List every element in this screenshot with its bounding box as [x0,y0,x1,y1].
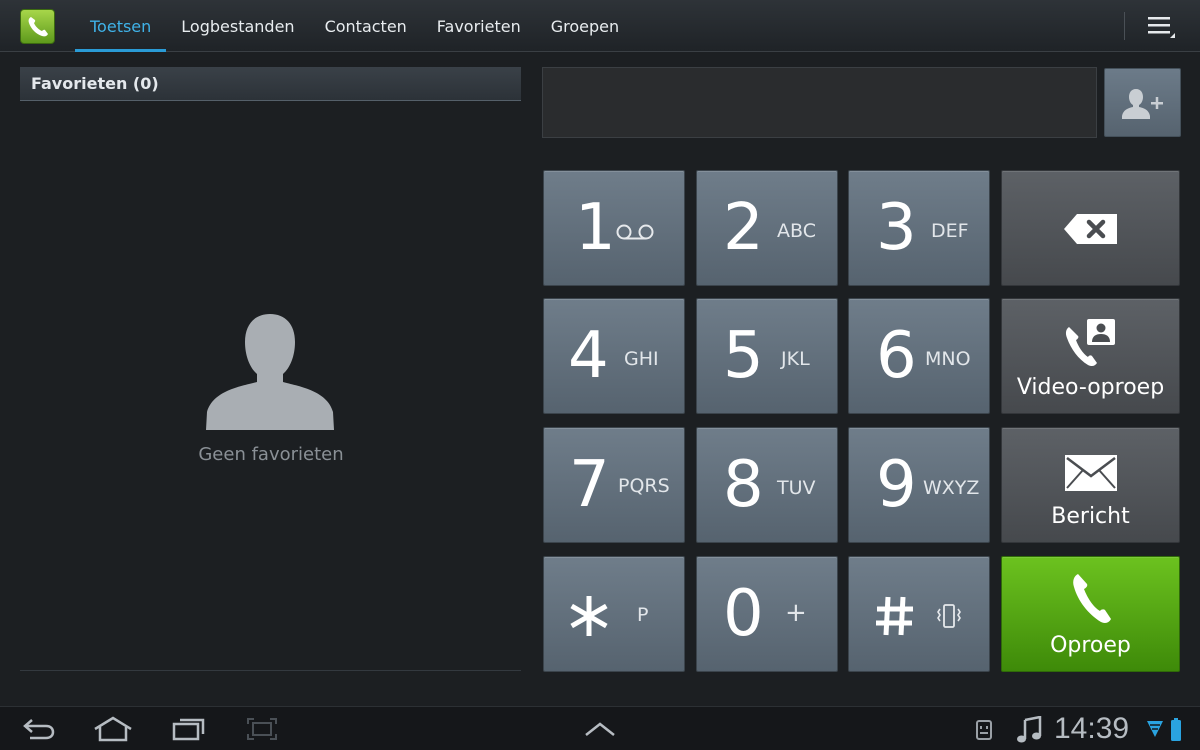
vibrate-icon [937,604,961,628]
key-letters: MNO [925,348,971,370]
tab-strip: Toetsen Logbestanden Contacten Favoriete… [75,0,634,52]
key-letters: PQRS [618,475,670,497]
overflow-menu-button[interactable] [1146,14,1178,40]
key-digit: 8 [723,448,764,522]
key-6[interactable]: 6 MNO [848,298,990,414]
chevron-up-icon[interactable] [584,721,616,737]
key-hash[interactable] [848,556,990,672]
favorites-header-label: Favorieten (0) [31,74,159,93]
menu-icon [1148,17,1175,38]
key-7[interactable]: 7 PQRS [543,427,685,543]
usb-debug-icon [976,720,992,740]
tab-contacten[interactable]: Contacten [310,0,422,52]
video-call-button[interactable]: Video-oproep [1001,298,1180,414]
call-button[interactable]: Oproep [1001,556,1180,672]
wifi-icon [1147,721,1163,737]
screenshot-icon[interactable] [246,717,278,741]
key-5[interactable]: 5 JKL [696,298,838,414]
music-note-icon [1017,716,1042,743]
key-letters: P [637,604,649,626]
key-letters: + [785,598,807,628]
voicemail-icon [616,224,654,240]
tab-logbestanden[interactable]: Logbestanden [166,0,309,52]
tab-favorieten[interactable]: Favorieten [422,0,536,52]
key-9[interactable]: 9 WXYZ [848,427,990,543]
key-digit: 2 [723,191,764,265]
system-navigation-bar: 14:39 [0,706,1200,750]
phone-app-icon[interactable] [20,9,55,44]
key-letters: JKL [781,348,810,370]
favorites-header: Favorieten (0) [20,67,521,101]
menu-divider [1124,12,1125,40]
key-digit: 0 [723,577,764,651]
hash-icon [876,596,913,636]
backspace-button[interactable] [1001,170,1180,286]
home-icon[interactable] [93,715,133,743]
add-contact-icon [1121,88,1163,119]
number-input[interactable] [542,67,1097,138]
back-icon[interactable] [22,717,56,741]
key-letters: GHI [624,348,659,370]
clock: 14:39 [1054,712,1130,745]
key-digit: 1 [575,191,616,265]
key-digit: 4 [568,319,609,393]
video-call-icon [1065,319,1115,367]
tab-groepen[interactable]: Groepen [536,0,634,52]
phone-handset-icon [1072,574,1111,623]
key-letters: WXYZ [923,477,980,499]
key-1[interactable]: 1 [543,170,685,286]
key-2[interactable]: 2 ABC [696,170,838,286]
message-button[interactable]: Bericht [1001,427,1180,543]
key-4[interactable]: 4 GHI [543,298,685,414]
phone-handset-icon [28,16,48,36]
message-label: Bericht [1051,504,1130,529]
key-digit: 6 [876,319,917,393]
asterisk-icon [570,596,608,636]
empty-favorites-text: Geen favorieten [198,444,344,465]
video-call-label: Video-oproep [1016,375,1165,400]
recent-apps-icon[interactable] [172,716,206,742]
key-digit: 7 [569,448,610,522]
envelope-icon [1064,455,1117,491]
person-silhouette-icon [206,314,334,430]
tab-toetsen[interactable]: Toetsen [75,0,167,52]
key-letters: TUV [777,477,816,499]
key-digit: 5 [723,319,764,393]
panel-divider [20,670,521,671]
action-bar: Toetsen Logbestanden Contacten Favoriete… [0,0,1200,52]
add-contact-button[interactable] [1104,68,1181,137]
key-star[interactable]: P [543,556,685,672]
key-8[interactable]: 8 TUV [696,427,838,543]
backspace-icon [1063,214,1117,244]
battery-icon [1171,718,1181,741]
key-letters: DEF [931,220,969,242]
key-0[interactable]: 0 + [696,556,838,672]
key-letters: ABC [777,220,816,242]
call-label: Oproep [1050,633,1131,658]
key-3[interactable]: 3 DEF [848,170,990,286]
key-digit: 3 [876,191,917,265]
key-digit: 9 [876,448,917,522]
